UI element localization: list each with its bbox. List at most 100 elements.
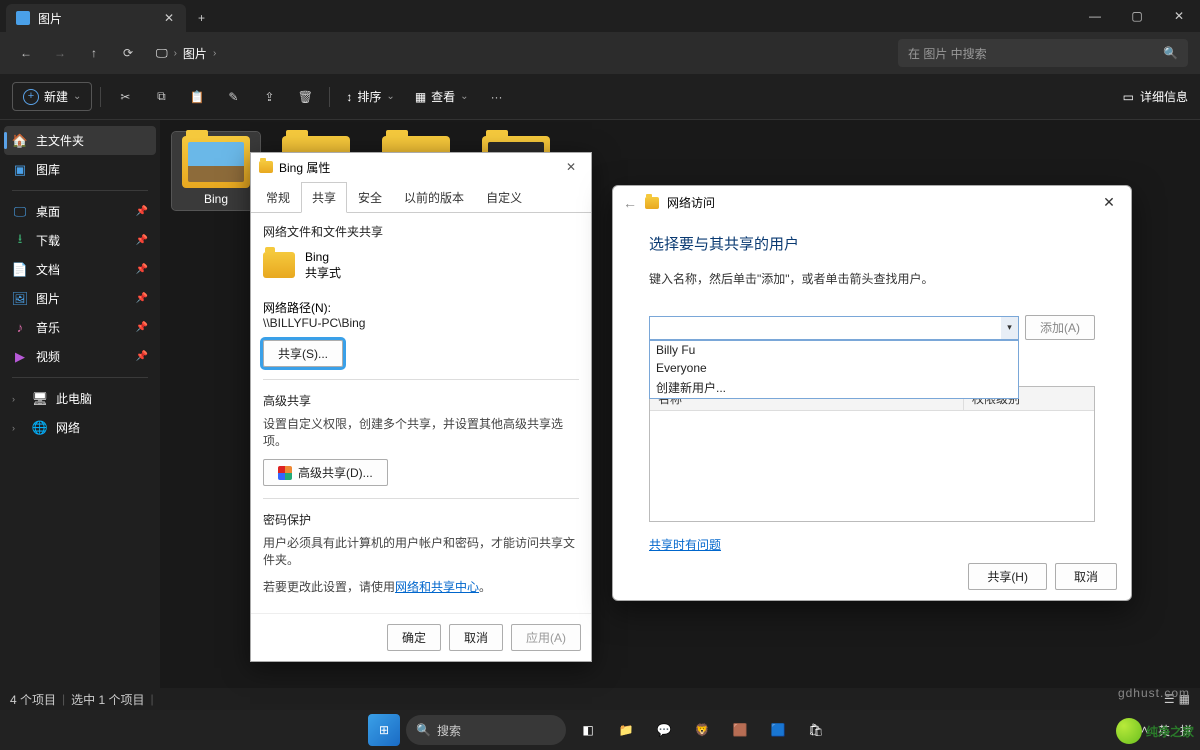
edge-icon[interactable]: 🟦 bbox=[762, 714, 794, 746]
maximize-button[interactable]: ▢ bbox=[1116, 0, 1158, 32]
cut-button[interactable]: ✂ bbox=[109, 81, 141, 113]
close-tab-icon[interactable]: ✕ bbox=[162, 11, 176, 25]
delete-button[interactable]: 🗑 bbox=[289, 81, 321, 113]
back-button[interactable]: ← bbox=[12, 39, 40, 67]
pin-icon: 📌 bbox=[136, 351, 148, 362]
sidebar-item-network[interactable]: ›🌐网络 bbox=[4, 413, 156, 442]
new-tab-button[interactable]: + bbox=[186, 4, 217, 32]
sidebar-item-music[interactable]: ♪音乐📌 bbox=[4, 313, 156, 342]
advanced-share-button[interactable]: 高级共享(D)... bbox=[263, 459, 388, 486]
more-button[interactable]: ··· bbox=[481, 81, 513, 113]
monitor-icon: 🖵 bbox=[156, 46, 168, 61]
tab-share[interactable]: 共享 bbox=[301, 182, 347, 213]
sidebar-item-documents[interactable]: 📄文档📌 bbox=[4, 255, 156, 284]
chevron-right-icon: › bbox=[174, 48, 177, 59]
start-button[interactable]: ⊞ bbox=[368, 714, 400, 746]
user-table: 名称 权限级别 bbox=[649, 386, 1095, 522]
tab-title: 图片 bbox=[38, 10, 62, 27]
sidebar-item-desktop[interactable]: 🖵桌面📌 bbox=[4, 197, 156, 226]
help-link[interactable]: 共享时有问题 bbox=[649, 536, 721, 553]
ok-button[interactable]: 确定 bbox=[387, 624, 441, 651]
network-center-link[interactable]: 网络和共享中心 bbox=[395, 580, 479, 594]
pictures-icon: 🖼 bbox=[12, 291, 28, 307]
explorer-icon[interactable]: 📁 bbox=[610, 714, 642, 746]
new-button[interactable]: + 新建 ⌄ bbox=[12, 82, 92, 111]
taskbar: ⊞ 🔍搜索 ◧ 📁 💬 🦁 🟫 🟦 🛍 ˄ 英 拼 bbox=[0, 710, 1200, 750]
chevron-right-icon: › bbox=[12, 394, 24, 404]
close-dialog-button[interactable]: ✕ bbox=[559, 160, 583, 174]
sort-button[interactable]: ↕ 排序 ⌄ bbox=[338, 83, 402, 110]
task-view-icon[interactable]: ◧ bbox=[572, 714, 604, 746]
search-icon: 🔍 bbox=[1163, 46, 1178, 60]
dialog-titlebar[interactable]: Bing 属性 ✕ bbox=[251, 153, 591, 181]
chevron-down-icon: ⌄ bbox=[460, 91, 468, 102]
folder-bing[interactable]: Bing bbox=[172, 132, 260, 210]
apply-button[interactable]: 应用(A) bbox=[511, 624, 581, 651]
app-icon[interactable]: 🦁 bbox=[686, 714, 718, 746]
refresh-button[interactable]: ⟳ bbox=[114, 39, 142, 67]
up-button[interactable]: ↑ bbox=[80, 39, 108, 67]
share-confirm-button[interactable]: 共享(H) bbox=[968, 563, 1047, 590]
section-password: 密码保护 bbox=[263, 511, 579, 528]
sidebar-item-pictures[interactable]: 🖼图片📌 bbox=[4, 284, 156, 313]
user-input[interactable] bbox=[649, 316, 1019, 340]
breadcrumb-current[interactable]: 图片 bbox=[183, 45, 207, 62]
folder-icon bbox=[182, 136, 250, 188]
netpath-value: \\BILLYFU-PC\Bing bbox=[263, 316, 579, 330]
sidebar-item-home[interactable]: 🏠主文件夹 bbox=[4, 126, 156, 155]
chat-icon[interactable]: 💬 bbox=[648, 714, 680, 746]
chevron-right-icon: › bbox=[213, 48, 216, 59]
breadcrumb[interactable]: 🖵 › 图片 › bbox=[156, 45, 216, 62]
tab-security[interactable]: 安全 bbox=[347, 182, 393, 213]
gallery-icon: ▣ bbox=[12, 162, 28, 178]
tab-previous[interactable]: 以前的版本 bbox=[393, 182, 475, 213]
search-box[interactable]: 在 图片 中搜索 🔍 bbox=[898, 39, 1188, 67]
rename-button[interactable]: ✎ bbox=[217, 81, 249, 113]
store-icon[interactable]: 🛍 bbox=[800, 714, 832, 746]
pc-icon: 🖥 bbox=[32, 391, 48, 407]
combo-option[interactable]: 创建新用户... bbox=[650, 377, 1018, 398]
sidebar-item-gallery[interactable]: ▣图库 bbox=[4, 155, 156, 184]
watermark: 纯净之家 bbox=[1116, 718, 1194, 744]
sidebar-item-thispc[interactable]: ›🖥此电脑 bbox=[4, 384, 156, 413]
section-nfs: 网络文件和文件夹共享 bbox=[263, 223, 579, 240]
chevron-down-icon: ⌄ bbox=[73, 91, 81, 102]
chevron-down-icon[interactable]: ▾ bbox=[1001, 316, 1019, 340]
details-toggle[interactable]: ▭ 详细信息 bbox=[1123, 88, 1188, 105]
close-dialog-button[interactable]: ✕ bbox=[1097, 194, 1121, 211]
combo-option[interactable]: Everyone bbox=[650, 359, 1018, 377]
tab-custom[interactable]: 自定义 bbox=[475, 182, 533, 213]
close-window-button[interactable]: ✕ bbox=[1158, 0, 1200, 32]
cancel-button[interactable]: 取消 bbox=[449, 624, 503, 651]
paste-button[interactable]: 📋 bbox=[181, 81, 213, 113]
cancel-button[interactable]: 取消 bbox=[1055, 563, 1117, 590]
back-icon[interactable]: ← bbox=[623, 195, 637, 211]
share-button[interactable]: ⇪ bbox=[253, 81, 285, 113]
properties-dialog: Bing 属性 ✕ 常规 共享 安全 以前的版本 自定义 网络文件和文件夹共享 … bbox=[250, 152, 592, 662]
pin-icon: 📌 bbox=[136, 206, 148, 217]
combo-option[interactable]: Billy Fu bbox=[650, 341, 1018, 359]
net-dialog-footer: 共享(H) 取消 bbox=[613, 553, 1131, 600]
pictures-tab-icon bbox=[16, 11, 30, 25]
details-icon: ▭ bbox=[1123, 90, 1134, 104]
forward-button[interactable]: → bbox=[46, 39, 74, 67]
share-folder-name: Bing bbox=[305, 250, 341, 264]
copy-button[interactable]: ⧉ bbox=[145, 81, 177, 113]
view-button[interactable]: ▦ 查看 ⌄ bbox=[407, 83, 477, 110]
user-combobox[interactable]: ▾ Billy Fu Everyone 创建新用户... bbox=[649, 316, 1019, 340]
tab-general[interactable]: 常规 bbox=[255, 182, 301, 213]
app-icon[interactable]: 🟫 bbox=[724, 714, 756, 746]
add-button[interactable]: 添加(A) bbox=[1025, 315, 1095, 340]
tab-pictures[interactable]: 图片 ✕ bbox=[6, 4, 186, 32]
sidebar-item-videos[interactable]: ▶视频📌 bbox=[4, 342, 156, 371]
pw-text1: 用户必须具有此计算机的用户帐户和密码，才能访问共享文件夹。 bbox=[263, 534, 579, 568]
desktop-icon: 🖵 bbox=[12, 204, 28, 220]
minimize-button[interactable]: — bbox=[1074, 0, 1116, 32]
window-controls: — ▢ ✕ bbox=[1074, 0, 1200, 32]
taskbar-search[interactable]: 🔍搜索 bbox=[406, 715, 566, 745]
navbar: ← → ↑ ⟳ 🖵 › 图片 › 在 图片 中搜索 🔍 bbox=[0, 32, 1200, 74]
share-button[interactable]: 共享(S)... bbox=[263, 340, 343, 367]
sidebar-item-downloads[interactable]: ⭳下载📌 bbox=[4, 226, 156, 255]
dialog-footer: 确定 取消 应用(A) bbox=[251, 613, 591, 661]
dialog-title: Bing 属性 bbox=[279, 159, 330, 176]
